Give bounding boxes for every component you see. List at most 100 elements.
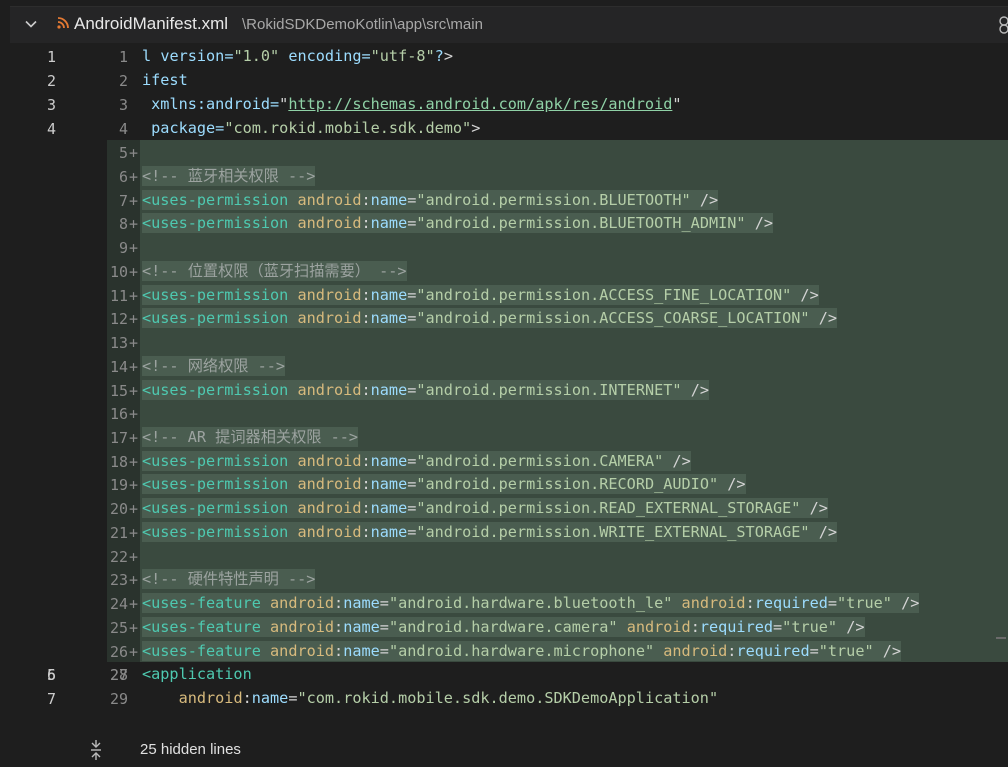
diff-line[interactable]: 25 + <uses-feature android:name="android.h… — [0, 615, 1008, 639]
code-segment: <!-- AR 提词器相关权限 --> — [142, 428, 359, 446]
diff-line[interactable]: 22 + — [0, 544, 1008, 568]
diff-line[interactable]: 6 28 <application — [0, 662, 1008, 686]
added-marker: + — [129, 476, 139, 494]
new-line-number: 14 — [109, 358, 128, 376]
diff-line[interactable]: 8 + <uses-permission android:name="android… — [0, 211, 1008, 235]
new-line-number: 22 — [109, 548, 128, 566]
new-line-number: 23 — [109, 571, 128, 589]
diff-line[interactable]: 6 + <!-- 蓝牙相关权限 --> — [0, 164, 1008, 188]
diff-line[interactable]: 7 29 android:name="com.rokid.mobile.sdk.d… — [0, 686, 1008, 710]
added-marker: + — [129, 571, 139, 589]
expand-lines-icon[interactable] — [88, 740, 104, 760]
code-segment: <uses-feature android:name="android.hard… — [142, 594, 920, 612]
diff-line[interactable]: 7 + <uses-permission android:name="android… — [0, 188, 1008, 212]
code-text: <application — [142, 664, 252, 684]
new-line-number: 26 — [109, 643, 128, 661]
code-text: <uses-permission android:name="android.p… — [142, 380, 709, 400]
new-line-number: 20 — [109, 500, 128, 518]
diff-line[interactable]: 1 1 l version="1.0" encoding="utf-8"?> — [0, 44, 1008, 68]
diff-line[interactable]: 20 + <uses-permission android:name="androi… — [0, 496, 1008, 520]
diff-line[interactable]: 5 + — [0, 140, 1008, 164]
code-text: <!-- 硬件特性声明 --> — [142, 569, 316, 589]
new-line-number: 7 — [118, 192, 128, 210]
code-text: <uses-permission android:name="android.p… — [142, 522, 838, 542]
code-text: <uses-feature android:name="android.hard… — [142, 641, 902, 661]
old-line-number: 6 — [46, 666, 56, 684]
code-text: <uses-permission android:name="android.p… — [142, 213, 773, 233]
new-line-number: 28 — [109, 666, 128, 684]
code-segment: <uses-permission android:name="android.p… — [142, 381, 709, 399]
diff-line[interactable]: 11 + <uses-permission android:name="androi… — [0, 283, 1008, 307]
new-line-number: 1 — [118, 48, 128, 66]
added-marker: + — [129, 405, 139, 423]
hidden-lines-bar[interactable]: 25 hidden lines — [0, 734, 1008, 767]
code-segment: android:name="com.rokid.mobile.sdk.demo.… — [178, 689, 719, 707]
diff-line[interactable]: 13 + — [0, 330, 1008, 354]
added-marker: + — [129, 192, 139, 210]
code-segment: <uses-permission android:name="android.p… — [142, 499, 828, 517]
new-line-number: 21 — [109, 524, 128, 542]
diff-line[interactable]: 4 4 package="com.rokid.mobile.sdk.demo"> — [0, 116, 1008, 140]
diff-line[interactable]: 16 + — [0, 401, 1008, 425]
added-marker: + — [129, 429, 139, 447]
code-text: <!-- 位置权限（蓝牙扫描需要） --> — [142, 261, 407, 281]
code-text: <uses-feature android:name="android.hard… — [142, 593, 920, 613]
diff-line[interactable]: 14 + <!-- 网络权限 --> — [0, 354, 1008, 378]
file-header-bar: AndroidManifest.xml \RokidSDKDemoKotlin\… — [10, 6, 1008, 43]
code-segment: xmlns:android="http://schemas.android.co… — [151, 95, 682, 113]
new-line-number: 18 — [109, 453, 128, 471]
new-line-number: 11 — [109, 287, 128, 305]
hidden-lines-label: 25 hidden lines — [140, 741, 241, 758]
added-marker: + — [129, 619, 139, 637]
old-line-number: 7 — [46, 690, 56, 708]
new-line-number: 17 — [109, 429, 128, 447]
code-text: <uses-feature android:name="android.hard… — [142, 617, 865, 637]
diff-line[interactable]: 21 + <uses-permission android:name="androi… — [0, 520, 1008, 544]
code-text: l version="1.0" encoding="utf-8"?> — [142, 46, 453, 66]
code-segment: <!-- 蓝牙相关权限 --> — [142, 167, 316, 185]
diff-line[interactable]: 19 + <uses-permission android:name="androi… — [0, 472, 1008, 496]
added-marker: + — [129, 310, 139, 328]
scrollbar-marker[interactable] — [996, 637, 1006, 639]
added-marker: + — [129, 215, 139, 233]
new-line-number: 16 — [109, 405, 128, 423]
old-line-number: 3 — [46, 96, 56, 114]
added-marker: + — [129, 239, 139, 257]
diff-line[interactable]: 2 2 ifest — [0, 68, 1008, 92]
code-segment: <uses-feature android:name="android.hard… — [142, 642, 902, 660]
code-segment: <uses-permission android:name="android.p… — [142, 452, 691, 470]
code-segment: <uses-permission android:name="android.p… — [142, 309, 838, 327]
diff-line[interactable]: 26 + <uses-feature android:name="android.h… — [0, 639, 1008, 663]
new-line-number: 5 — [118, 144, 128, 162]
code-text: ifest — [142, 70, 188, 90]
rss-file-icon — [57, 17, 69, 29]
chevron-down-icon[interactable] — [24, 17, 38, 31]
added-marker: + — [129, 500, 139, 518]
new-line-number: 10 — [109, 263, 128, 281]
diff-line[interactable]: 17 + <!-- AR 提词器相关权限 --> — [0, 425, 1008, 449]
diff-line[interactable]: 18 + <uses-permission android:name="androi… — [0, 449, 1008, 473]
added-marker: + — [129, 643, 139, 661]
added-marker: + — [129, 453, 139, 471]
diff-line[interactable]: 12 + <uses-permission android:name="androi… — [0, 306, 1008, 330]
code-segment: package="com.rokid.mobile.sdk.demo"> — [151, 119, 481, 137]
file-name[interactable]: AndroidManifest.xml — [74, 14, 228, 34]
added-marker: + — [129, 168, 139, 186]
code-segment: <!-- 网络权限 --> — [142, 357, 286, 375]
new-line-number: 24 — [109, 595, 128, 613]
new-line-number: 9 — [118, 239, 128, 257]
code-segment: <uses-permission android:name="android.p… — [142, 475, 746, 493]
code-segment: ifest — [142, 71, 188, 89]
new-line-number: 15 — [109, 382, 128, 400]
diff-line[interactable]: 10 + <!-- 位置权限（蓝牙扫描需要） --> — [0, 259, 1008, 283]
diff-line[interactable]: 24 + <uses-feature android:name="android.h… — [0, 591, 1008, 615]
link-icon[interactable] — [996, 15, 1008, 35]
code-text: package="com.rokid.mobile.sdk.demo"> — [142, 118, 480, 138]
diff-line[interactable]: 15 + <uses-permission android:name="androi… — [0, 378, 1008, 402]
diff-line[interactable]: 23 + <!-- 硬件特性声明 --> — [0, 567, 1008, 591]
diff-line[interactable]: 9 + — [0, 235, 1008, 259]
code-segment: <uses-feature android:name="android.hard… — [142, 618, 865, 636]
diff-line[interactable]: 3 3 xmlns:android="http://schemas.android… — [0, 92, 1008, 116]
added-marker: + — [129, 524, 139, 542]
code-text: <!-- AR 提词器相关权限 --> — [142, 427, 359, 447]
